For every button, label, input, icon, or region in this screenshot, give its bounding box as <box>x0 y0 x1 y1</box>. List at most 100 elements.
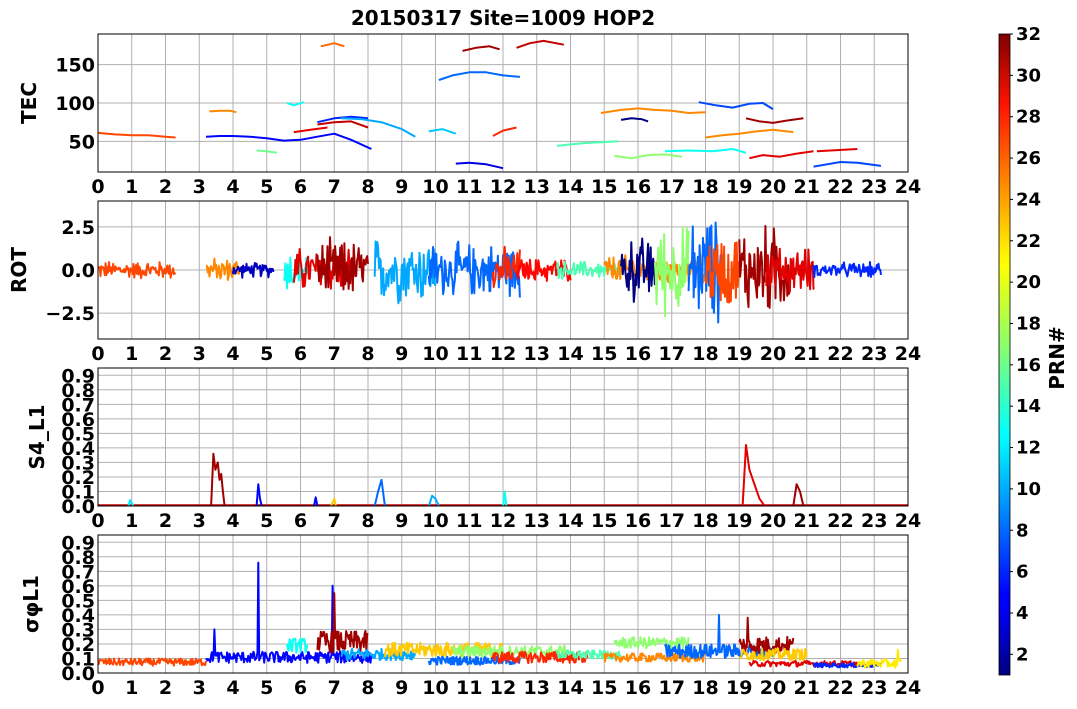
colorbar-tick-label: 20 <box>1016 272 1041 293</box>
rot-xtick-label: 20 <box>760 343 786 365</box>
s4-xtick-label: 6 <box>294 510 307 532</box>
colorbar-gradient <box>998 33 1011 676</box>
colorbar-tick-label: 12 <box>1016 438 1041 459</box>
sigma-phi-xtick-label: 6 <box>294 677 307 699</box>
tec-xtick-label: 20 <box>760 176 786 198</box>
s4-xtick-label: 12 <box>490 510 516 532</box>
rot-xtick-label: 9 <box>395 343 408 365</box>
tec-xtick-label: 15 <box>591 176 617 198</box>
rot-xtick-label: 6 <box>294 343 307 365</box>
tec-xtick-label: 5 <box>260 176 273 198</box>
tec-ytick-label: 150 <box>55 55 95 77</box>
rot-ylabel: ROT <box>7 247 31 293</box>
s4-xtick-label: 22 <box>827 510 853 532</box>
tec-xtick-label: 1 <box>125 176 138 198</box>
s4-xtick-label: 7 <box>328 510 341 532</box>
rot-xtick-label: 23 <box>861 343 887 365</box>
sigma-phi-ylabel: σφL1 <box>19 575 43 633</box>
sigma-phi-xtick-label: 24 <box>895 677 921 699</box>
sigma-phi-xtick-label: 11 <box>456 677 482 699</box>
rot-xtick-label: 8 <box>361 343 374 365</box>
rot-ytick-label: 2.5 <box>61 217 95 239</box>
rot-xtick-label: 5 <box>260 343 273 365</box>
tec-series-prn-15 <box>556 140 618 147</box>
colorbar-tick-label: 22 <box>1016 231 1041 252</box>
tec-xtick-label: 0 <box>91 176 104 198</box>
sigma-phi-xtick-label: 12 <box>490 677 516 699</box>
rot-xtick-label: 18 <box>692 343 718 365</box>
colorbar-tick-label: 26 <box>1016 148 1041 169</box>
tec-series-prn-1 <box>620 117 649 123</box>
tec-xtick-label: 9 <box>395 176 408 198</box>
rot-series-prn-10 <box>373 240 437 305</box>
rot-xtick-label: 0 <box>91 343 104 365</box>
sigma-phi-xtick-label: 9 <box>395 677 408 699</box>
tec-xtick-label: 11 <box>456 176 482 198</box>
sigma-phi-xtick-label: 21 <box>794 677 820 699</box>
rot-panel: 0 1 2 3 4 5 6 7 8 9 10 11 12 13 14 15 16 17 18 19 20 21 22 23 24… <box>45 200 921 365</box>
tec-series-prn-30 <box>516 39 564 49</box>
tec-series-prn-24 <box>209 109 237 114</box>
colorbar-label: PRN# <box>1045 326 1069 390</box>
sigma-phi-series-prn-17 <box>613 636 690 650</box>
s4-series-prn-13 <box>502 490 508 506</box>
sigma-phi-xtick-label: 16 <box>625 677 651 699</box>
s4-series-prn-8 <box>373 478 386 506</box>
tec-xtick-label: 3 <box>193 176 206 198</box>
s4-xtick-label: 10 <box>422 510 448 532</box>
tec-xtick-label: 17 <box>659 176 685 198</box>
tec-ytick-label: 50 <box>69 131 95 153</box>
rot-xtick-label: 17 <box>659 343 685 365</box>
rot-xtick-label: 24 <box>895 343 921 365</box>
sigma-phi-series-prn-13 <box>286 637 309 654</box>
s4-xtick-label: 2 <box>159 510 172 532</box>
tec-series-prn-27 <box>492 126 517 137</box>
tec-xtick-label: 6 <box>294 176 307 198</box>
rot-xtick-label: 13 <box>524 343 550 365</box>
tec-xtick-label: 8 <box>361 176 374 198</box>
tec-xtick-label: 21 <box>794 176 820 198</box>
tec-series-prn-26 <box>98 131 176 139</box>
s4-xtick-label: 21 <box>794 510 820 532</box>
s4-series-prn-31 <box>792 483 805 506</box>
rot-xtick-label: 10 <box>422 343 448 365</box>
s4-xtick-label: 18 <box>692 510 718 532</box>
s4-xtick-label: 17 <box>659 510 685 532</box>
tec-series-prn-25 <box>320 42 345 48</box>
tec-xtick-label: 22 <box>827 176 853 198</box>
rot-series-prn-3 <box>232 262 275 279</box>
s4-xtick-label: 1 <box>125 510 138 532</box>
s4-xtick-label: 23 <box>861 510 887 532</box>
tec-xtick-label: 10 <box>422 176 448 198</box>
sigma-phi-xtick-label: 20 <box>760 677 786 699</box>
rot-xtick-label: 16 <box>625 343 651 365</box>
sigma-phi-xtick-label: 23 <box>861 677 887 699</box>
sigma-phi-xtick-label: 1 <box>125 677 138 699</box>
tec-series-prn-30 <box>317 120 369 129</box>
tec-xtick-label: 23 <box>861 176 887 198</box>
rot-xtick-label: 11 <box>456 343 482 365</box>
sigma-phi-xtick-label: 10 <box>422 677 448 699</box>
rot-xtick-label: 4 <box>226 343 239 365</box>
tec-panel: 0 1 2 3 4 5 6 7 8 9 10 11 12 13 14 15 16 17 18 19 20 21 22 23 24… <box>55 33 921 198</box>
colorbar: 2468101214161820222426283032 <box>998 24 1041 676</box>
rot-xtick-label: 22 <box>827 343 853 365</box>
chart-title: 20150317 Site=1009 HOP2 <box>351 6 655 30</box>
sigma-phi-xtick-label: 5 <box>260 677 273 699</box>
sigma-phi-xtick-label: 17 <box>659 677 685 699</box>
rot-xtick-label: 14 <box>557 343 583 365</box>
s4-xtick-label: 5 <box>260 510 273 532</box>
rot-xtick-label: 15 <box>591 343 617 365</box>
tec-series-prn-7 <box>813 161 882 168</box>
rot-xtick-label: 19 <box>726 343 752 365</box>
sigma-phi-xtick-label: 8 <box>361 677 374 699</box>
s4-xtick-label: 14 <box>557 510 583 532</box>
tec-xtick-label: 24 <box>895 176 921 198</box>
tec-xtick-label: 13 <box>524 176 550 198</box>
s4-xtick-label: 8 <box>361 510 374 532</box>
sigma-phi-panel: 0 1 2 3 4 5 6 7 8 9 10 11 12 13 14 15 16 17 18 19 20 21 22 23 24… <box>61 532 921 699</box>
rot-xtick-label: 2 <box>159 343 172 365</box>
tec-ylabel: TEC <box>17 82 41 124</box>
colorbar-tick-label: 14 <box>1016 396 1041 417</box>
colorbar-tick-label: 10 <box>1016 479 1041 500</box>
